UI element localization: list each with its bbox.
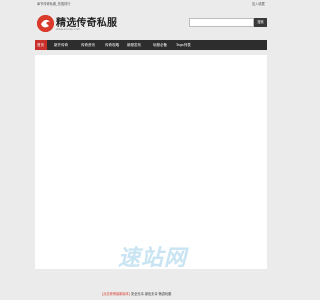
site-url: www.bncsp.com: [56, 27, 81, 31]
search-button[interactable]: 搜索: [254, 18, 267, 27]
footer-text: 安全无毒 绿色无毒 畅游玩服: [130, 292, 172, 296]
footer-notice: [点击获得最新版本] 安全无毒 绿色无毒 畅游玩服: [102, 291, 171, 296]
main-content: [35, 55, 267, 269]
site-logo[interactable]: 精选传奇私服 www.bncsp.com: [37, 14, 137, 36]
download-link[interactable]: [点击获得最新版本]: [102, 292, 130, 296]
nav-item-new-servers[interactable]: 新开传奇: [54, 40, 68, 50]
nav-item-server-release[interactable]: 新服发布: [127, 40, 141, 50]
watermark-logo: 速站网: [118, 246, 188, 271]
nav-item-home[interactable]: 首页: [35, 40, 47, 50]
top-bar: 奉节传奇私服_热搜排行 加入收藏: [0, 0, 300, 12]
nav-item-news[interactable]: 传奇资讯: [81, 40, 95, 50]
nav-item-guides[interactable]: 传奇攻略: [105, 40, 119, 50]
nav-item-essentials[interactable]: 玩服必备: [153, 40, 167, 50]
main-nav: 首页 新开传奇 传奇资讯 传奇攻略 新服发布 玩服必备 Tags列表: [35, 40, 267, 50]
nav-item-tags[interactable]: Tags列表: [176, 40, 191, 50]
site-tagline: 奉节传奇私服_热搜排行: [37, 2, 71, 6]
add-favorite-link[interactable]: 加入收藏: [252, 1, 265, 6]
search-box: 搜索: [189, 18, 267, 27]
search-input[interactable]: [189, 18, 254, 27]
logo-icon: [37, 15, 54, 32]
